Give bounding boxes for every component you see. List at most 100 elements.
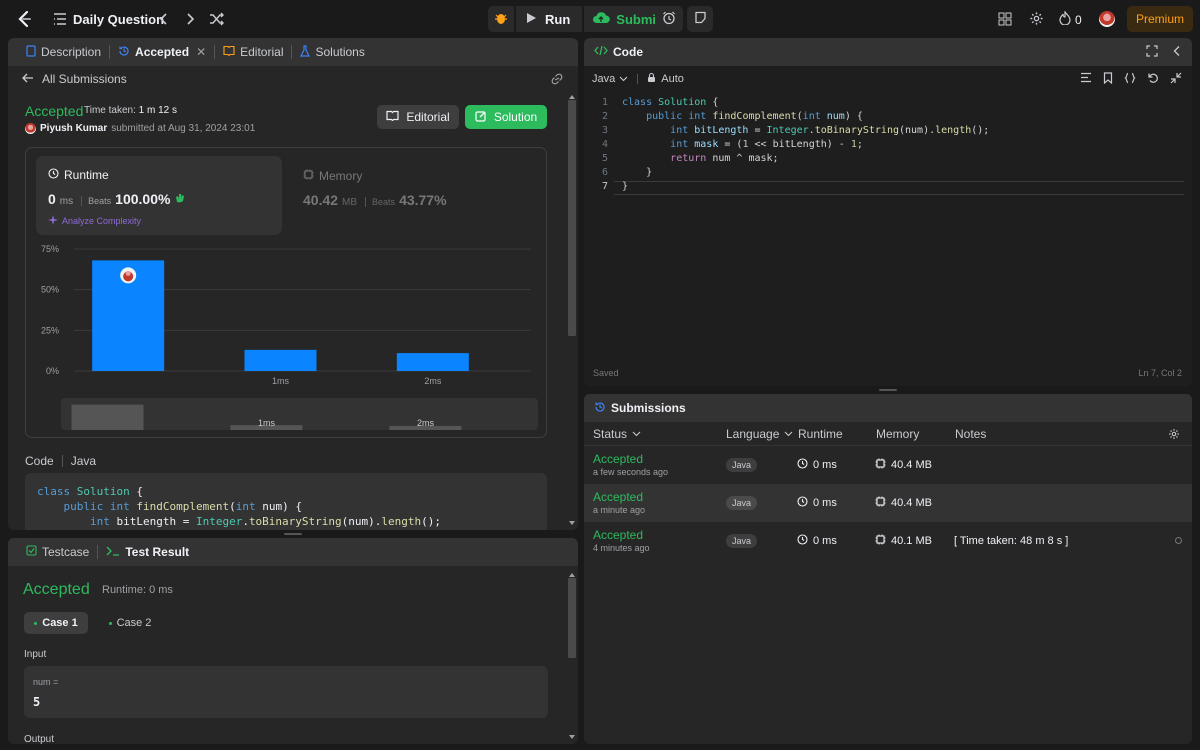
column-status[interactable]: Status bbox=[593, 427, 641, 441]
runtime-distribution-chart[interactable]: 0% 25% 50% 75% 1ms 2ms bbox=[26, 243, 548, 393]
chevron-right-icon[interactable] bbox=[184, 11, 196, 27]
tab-submissions[interactable]: Submissions bbox=[594, 401, 694, 416]
tab-description-label: Description bbox=[41, 45, 102, 59]
tab-testcase[interactable]: Testcase bbox=[18, 545, 97, 559]
collapse-chevron-icon[interactable] bbox=[1172, 45, 1182, 60]
analyze-complexity-link[interactable]: Analyze Complexity bbox=[48, 215, 141, 227]
debug-button[interactable] bbox=[488, 6, 514, 32]
shuffle-icon[interactable] bbox=[209, 11, 225, 27]
row-note[interactable]: [ Time taken: 48 m 8 s ] bbox=[954, 535, 1068, 547]
layout-grid-icon[interactable] bbox=[998, 12, 1012, 26]
line-number: 3 bbox=[601, 125, 608, 136]
chart-x-tick-label: 2ms bbox=[424, 376, 442, 386]
mode-selector[interactable]: Auto bbox=[661, 73, 684, 85]
input-box[interactable]: num = 5 bbox=[24, 666, 548, 718]
submission-row[interactable]: Accepted a minute ago Java 0 ms 40.4 MB bbox=[584, 484, 1192, 522]
memory-label: Memory bbox=[319, 169, 363, 183]
runtime-card[interactable]: Runtime 0 ms Beats 100.00% Analyze Compl… bbox=[36, 156, 282, 235]
scroll-up-arrow-icon[interactable] bbox=[568, 90, 576, 99]
maximize-icon[interactable] bbox=[1146, 45, 1158, 60]
runtime-beats-label: Beats bbox=[81, 196, 111, 206]
submission-row[interactable]: Accepted a few seconds ago Java 0 ms 40.… bbox=[584, 446, 1192, 484]
line-number: 1 bbox=[601, 97, 608, 108]
test-panel-scrollbar[interactable] bbox=[568, 568, 576, 744]
scroll-thumb[interactable] bbox=[568, 578, 576, 658]
notes-button[interactable] bbox=[687, 6, 713, 32]
minimap-label: 1ms bbox=[258, 418, 276, 428]
problem-list-icon[interactable] bbox=[53, 12, 67, 26]
row-status[interactable]: Accepted bbox=[593, 528, 643, 542]
horizontal-resize-handle[interactable] bbox=[879, 389, 897, 391]
code-line: public int findComplement(int num) { bbox=[646, 111, 863, 122]
your-submission-avatar-icon[interactable] bbox=[120, 267, 137, 284]
column-language[interactable]: Language bbox=[726, 427, 793, 441]
chevron-down-icon bbox=[619, 76, 628, 82]
scroll-up-arrow-icon[interactable] bbox=[568, 568, 576, 577]
all-submissions-link[interactable]: All Submissions bbox=[22, 72, 127, 86]
chart-y-tick-label: 75% bbox=[41, 244, 59, 254]
line-number: 6 bbox=[601, 167, 608, 178]
tab-code[interactable]: Code bbox=[594, 45, 651, 59]
runtime-unit: ms bbox=[59, 196, 74, 207]
case-1-tab[interactable]: Case 1 bbox=[24, 612, 88, 634]
chart-bar[interactable] bbox=[396, 353, 469, 371]
chart-bar[interactable] bbox=[244, 349, 317, 371]
tab-accepted[interactable]: Accepted ✕ bbox=[110, 45, 214, 60]
submission-row[interactable]: Accepted 4 minutes ago Java 0 ms 40.1 MB… bbox=[584, 522, 1192, 560]
gear-icon[interactable] bbox=[1168, 428, 1180, 440]
premium-button[interactable]: Premium bbox=[1127, 6, 1193, 32]
row-status[interactable]: Accepted bbox=[593, 452, 643, 466]
bookmark-icon[interactable] bbox=[1103, 72, 1113, 87]
memory-label-row[interactable]: Memory bbox=[303, 169, 362, 183]
submitter-avatar[interactable] bbox=[25, 123, 36, 134]
timer-button[interactable] bbox=[655, 6, 683, 32]
scroll-down-arrow-icon[interactable] bbox=[568, 516, 576, 525]
format-lines-icon[interactable] bbox=[1080, 72, 1092, 87]
row-memory: 40.1 MB bbox=[875, 534, 932, 548]
curly-braces-icon[interactable] bbox=[1124, 72, 1136, 87]
close-icon[interactable]: ✕ bbox=[196, 45, 206, 59]
minimap-svg[interactable]: 1ms 2ms bbox=[61, 398, 538, 430]
line-number: 2 bbox=[601, 111, 608, 122]
tab-test-result[interactable]: Test Result bbox=[98, 545, 197, 559]
code-label-divider bbox=[61, 455, 63, 467]
output-label: Output bbox=[24, 734, 55, 744]
tab-editorial[interactable]: Editorial bbox=[215, 45, 291, 59]
gear-icon[interactable] bbox=[1029, 11, 1044, 26]
submitter-name[interactable]: Piyush Kumar bbox=[40, 123, 107, 134]
user-avatar[interactable] bbox=[1099, 11, 1115, 27]
streak-counter[interactable]: 0 bbox=[1059, 10, 1082, 28]
vertical-resize-handle[interactable] bbox=[284, 533, 302, 535]
row-status[interactable]: Accepted bbox=[593, 490, 643, 504]
case-2-tab[interactable]: Case 2 bbox=[100, 612, 160, 634]
tab-accepted-label: Accepted bbox=[135, 45, 190, 59]
minimize-icon[interactable] bbox=[1170, 72, 1182, 87]
left-panel-scrollbar[interactable] bbox=[568, 90, 576, 530]
runtime-beats-value: 100.00% bbox=[115, 191, 171, 207]
clock-icon bbox=[797, 496, 808, 510]
code-editor-panel: Code Java Auto 1 2 3 4 5 6 7 class Solut… bbox=[584, 38, 1192, 386]
circle-indicator-icon[interactable] bbox=[1175, 537, 1182, 544]
clock-icon bbox=[48, 168, 59, 182]
scroll-thumb[interactable] bbox=[568, 100, 576, 336]
share-link-icon[interactable] bbox=[550, 73, 564, 88]
editor-actions bbox=[1080, 72, 1182, 87]
leetcode-logo-icon[interactable] bbox=[14, 9, 34, 29]
solution-button[interactable]: Solution bbox=[465, 105, 547, 129]
language-selector[interactable]: Java bbox=[592, 73, 628, 85]
chevron-left-icon[interactable] bbox=[158, 11, 170, 27]
submitted-code-preview[interactable]: class Solution { public int findCompleme… bbox=[25, 473, 547, 530]
daily-question-title[interactable]: Daily Question bbox=[73, 12, 164, 27]
row-runtime-value: 0 ms bbox=[813, 497, 837, 509]
tab-description[interactable]: Description bbox=[18, 44, 109, 60]
reset-icon[interactable] bbox=[1147, 72, 1159, 87]
clock-icon bbox=[797, 534, 808, 548]
editorial-button[interactable]: Editorial bbox=[377, 105, 459, 129]
code-line: return num ^ mask; bbox=[670, 153, 779, 164]
scroll-down-arrow-icon[interactable] bbox=[568, 730, 576, 739]
tab-solutions[interactable]: Solutions bbox=[292, 44, 372, 60]
submissions-panel: Submissions Status Language Runtime Memo… bbox=[584, 394, 1192, 744]
code-editor[interactable]: 1 2 3 4 5 6 7 class Solution { public in… bbox=[584, 96, 1184, 196]
run-button[interactable]: Run bbox=[516, 6, 583, 32]
chart-range-selector[interactable]: 1ms 2ms bbox=[61, 398, 538, 430]
